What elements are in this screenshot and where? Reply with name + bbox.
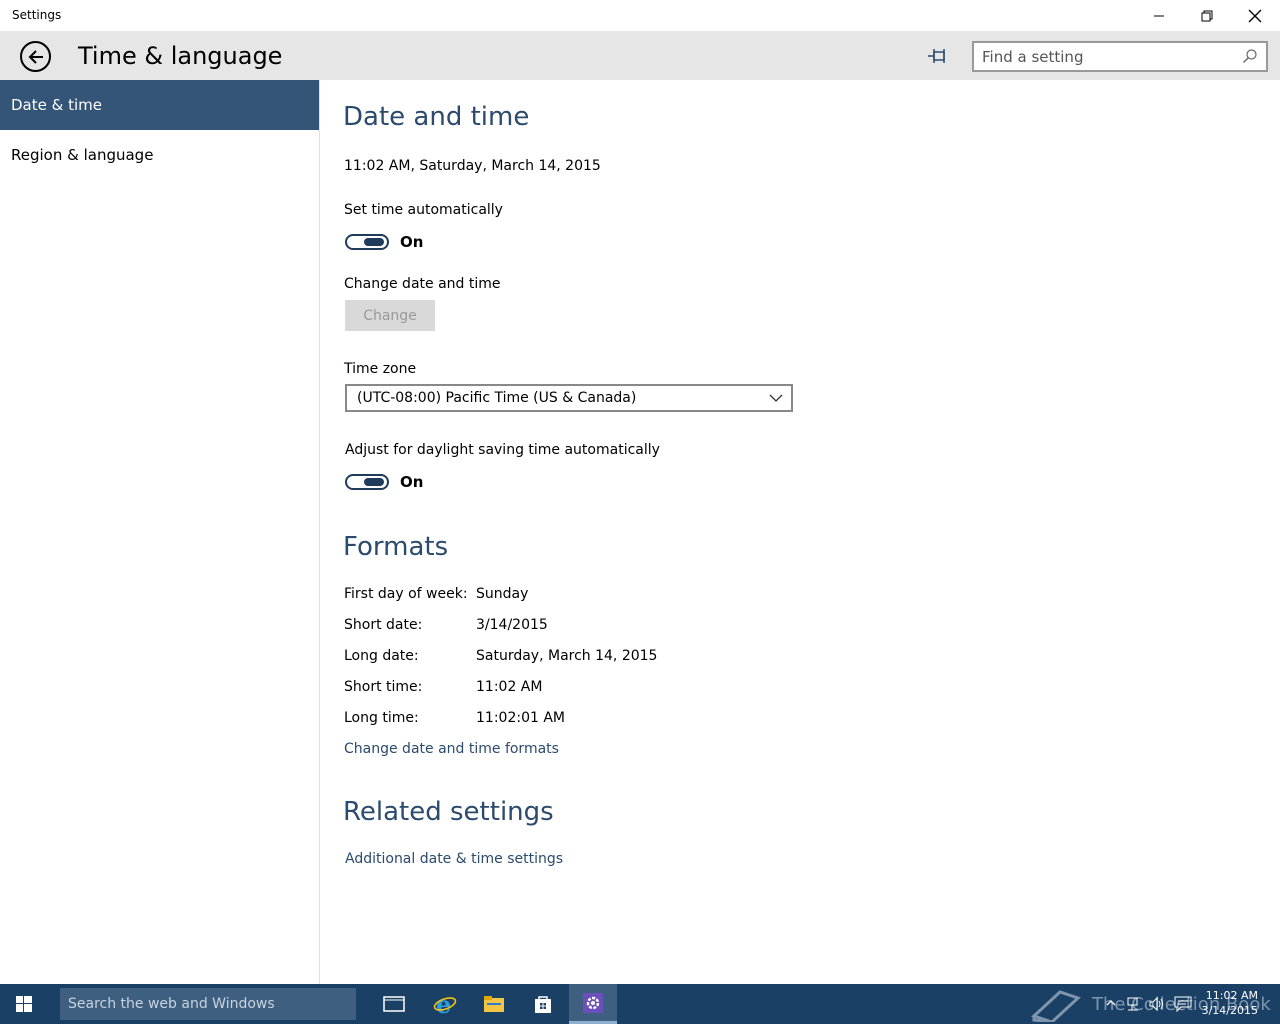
change-date-time-label: Change date and time (344, 276, 501, 292)
format-label-first-day: First day of week: (344, 586, 468, 602)
taskbar-search[interactable] (60, 988, 356, 1020)
clock-date: 3/14/2015 (1201, 1004, 1258, 1017)
search-input[interactable] (974, 43, 1234, 70)
format-value-first-day: Sunday (476, 586, 529, 602)
toggle-knob (364, 238, 384, 246)
set-time-auto-toggle[interactable] (345, 234, 389, 250)
format-value-short-time: 11:02 AM (476, 679, 543, 695)
sidebar-item-date-time[interactable]: Date & time (0, 80, 319, 130)
task-view-button[interactable] (370, 984, 418, 1024)
settings-header: Time & language (0, 32, 1280, 80)
close-icon (1248, 9, 1262, 23)
title-bar: Settings (0, 0, 1280, 32)
related-settings-heading: Related settings (343, 797, 554, 827)
dst-auto-label: Adjust for daylight saving time automati… (345, 442, 660, 458)
back-button[interactable] (20, 41, 51, 72)
format-value-long-time: 11:02:01 AM (476, 710, 565, 726)
settings-icon (583, 992, 603, 1013)
book-icon (1031, 990, 1081, 1022)
time-zone-dropdown[interactable]: (UTC-08:00) Pacific Time (US & Canada) (345, 384, 793, 412)
date-time-heading: Date and time (343, 102, 530, 132)
time-zone-value: (UTC-08:00) Pacific Time (US & Canada) (357, 390, 637, 406)
clock-time: 11:02 AM (1205, 989, 1258, 1002)
chevron-down-icon (769, 394, 783, 402)
main-content: Date and time 11:02 AM, Saturday, March … (321, 80, 1280, 984)
change-button[interactable]: Change (345, 300, 435, 331)
taskbar: e The Collection Book 11:02 AM 3/14/2015 (0, 984, 1280, 1024)
format-value-long-date: Saturday, March 14, 2015 (476, 648, 658, 664)
clock[interactable]: 11:02 AM 3/14/2015 (1202, 988, 1258, 1018)
additional-date-time-link[interactable]: Additional date & time settings (345, 851, 563, 867)
minimize-button[interactable] (1136, 0, 1182, 32)
format-label-short-date: Short date: (344, 617, 423, 633)
tray-overflow-icon[interactable] (1106, 998, 1116, 1008)
set-time-auto-state: On (400, 233, 424, 251)
search-icon (1243, 49, 1257, 63)
sidebar-item-region-language[interactable]: Region & language (0, 130, 319, 180)
minimize-icon (1154, 15, 1164, 17)
volume-icon[interactable] (1148, 996, 1166, 1012)
task-view-icon (383, 996, 405, 1012)
sidebar-item-label: Region & language (11, 146, 154, 164)
sidebar: Date & time Region & language (0, 80, 320, 984)
format-label-long-time: Long time: (344, 710, 419, 726)
toggle-knob (364, 478, 384, 486)
change-formats-link[interactable]: Change date and time formats (344, 741, 559, 757)
dst-auto-state: On (400, 473, 424, 491)
close-button[interactable] (1232, 0, 1278, 32)
time-zone-label: Time zone (344, 361, 417, 377)
windows-logo-icon (16, 996, 32, 1012)
pin-icon (928, 49, 945, 63)
network-icon[interactable] (1126, 996, 1142, 1012)
format-value-short-date: 3/14/2015 (476, 617, 548, 633)
restore-button[interactable] (1184, 0, 1230, 32)
dst-auto-toggle[interactable] (345, 474, 389, 490)
file-explorer-icon (484, 996, 504, 1012)
action-center-icon[interactable] (1174, 996, 1192, 1012)
restore-icon (1201, 10, 1213, 22)
format-label-long-date: Long date: (344, 648, 419, 664)
svg-text:e: e (436, 992, 451, 1016)
set-time-auto-label: Set time automatically (344, 202, 503, 218)
find-setting-search[interactable] (972, 41, 1268, 72)
internet-explorer-button[interactable]: e (421, 984, 469, 1024)
current-date-time: 11:02 AM, Saturday, March 14, 2015 (344, 158, 601, 174)
page-title: Time & language (78, 42, 283, 70)
store-icon (535, 996, 551, 1013)
start-button[interactable] (0, 984, 48, 1024)
internet-explorer-icon: e (433, 992, 457, 1016)
store-button[interactable] (519, 984, 567, 1024)
window-title: Settings (12, 8, 62, 22)
taskbar-search-input[interactable] (60, 988, 356, 1020)
sidebar-item-label: Date & time (11, 96, 102, 114)
format-label-short-time: Short time: (344, 679, 423, 695)
formats-heading: Formats (343, 532, 449, 562)
file-explorer-button[interactable] (470, 984, 518, 1024)
settings-taskbar-button[interactable] (569, 984, 617, 1024)
back-arrow-icon (28, 49, 43, 64)
pin-button[interactable] (926, 46, 950, 66)
